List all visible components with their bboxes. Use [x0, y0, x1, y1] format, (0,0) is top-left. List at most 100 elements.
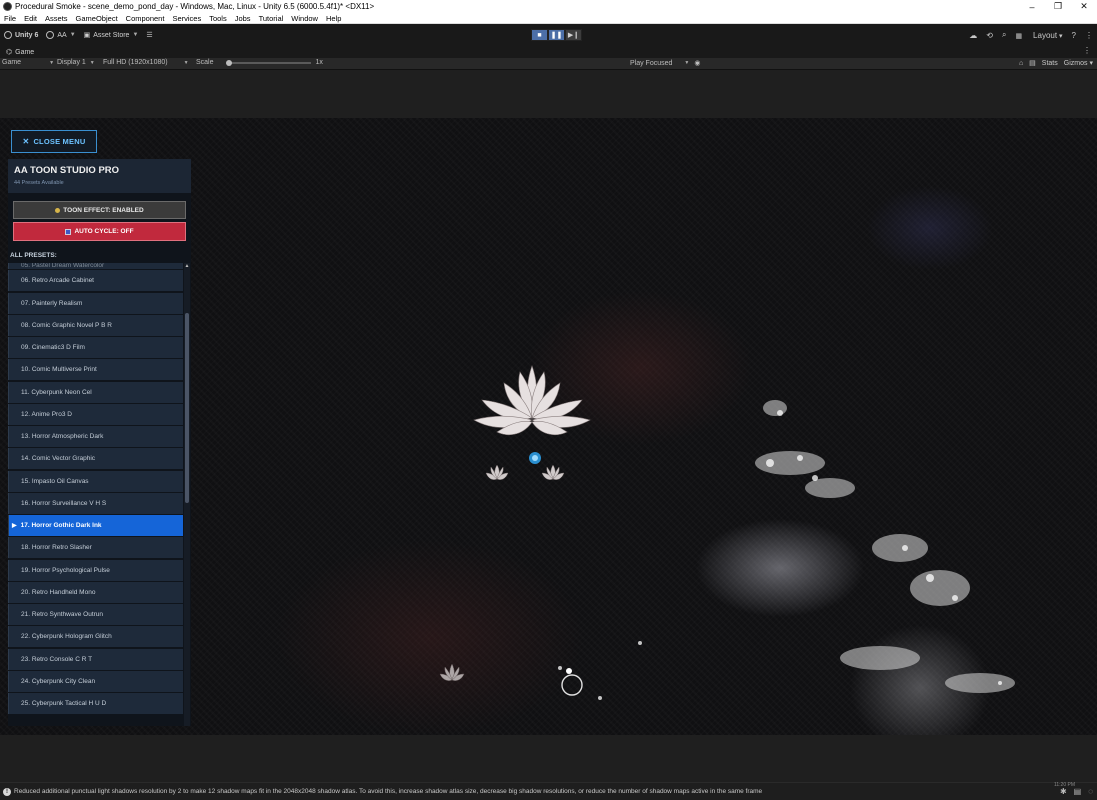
package-icon-button[interactable]: ☰ [142, 28, 156, 43]
refresh-icon[interactable]: ◌ [1088, 787, 1093, 796]
panel-title: AA TOON STUDIO PRO [14, 165, 120, 176]
step-button[interactable]: ▶❙ [565, 29, 582, 41]
letterbox-top [0, 70, 1097, 118]
search-icon[interactable]: ⌕ [1002, 30, 1006, 40]
preset-item[interactable]: 18. Horror Retro Slasher [8, 537, 183, 559]
toon-effect-label: TOON EFFECT: ENABLED [63, 206, 144, 214]
menu-bar: File Edit Assets GameObject Component Se… [0, 13, 1097, 24]
pause-button[interactable]: ❚❚ [548, 29, 565, 41]
scale-value: 1x [315, 59, 323, 66]
stats-toggle[interactable]: Stats [1042, 60, 1058, 67]
preset-item[interactable]: 08. Comic Graphic Novel P B R [8, 314, 183, 336]
menu-tutorial[interactable]: Tutorial [255, 14, 288, 23]
menu-edit[interactable]: Edit [20, 14, 41, 23]
gamepad-icon: ⌬ [6, 49, 13, 56]
scroll-up-arrow-icon[interactable]: ▲ [184, 263, 190, 269]
preset-label: 15. Impasto Oil Canvas [21, 477, 89, 485]
menu-tools[interactable]: Tools [205, 14, 231, 23]
menu-component[interactable]: Component [122, 14, 169, 23]
gizmos-dropdown-icon[interactable]: ▾ [1089, 59, 1093, 67]
menu-gameobject[interactable]: GameObject [72, 14, 122, 23]
sun-icon [55, 207, 61, 213]
toon-effect-toggle[interactable]: TOON EFFECT: ENABLED [13, 201, 186, 219]
view-mode-dropdown[interactable]: Game ▼ [2, 59, 54, 66]
preset-panel-header: AA TOON STUDIO PRO 44 Presets Available [8, 159, 191, 193]
tab-more-icon[interactable]: ⋮ [1083, 46, 1091, 55]
chevron-down-icon: ▼ [89, 59, 95, 66]
bug-icon[interactable]: ✱ [1060, 787, 1067, 796]
preset-label: 09. Cinematic3 D Film [21, 344, 85, 351]
preset-item[interactable]: 23. Retro Console C R T [8, 648, 183, 670]
history-icon[interactable]: ⟲ [986, 31, 993, 40]
preset-label: 14. Comic Vector Graphic [21, 455, 96, 463]
minimize-button[interactable]: – [1019, 0, 1045, 13]
resolution-dropdown[interactable]: Full HD (1920x1080) ▼ [103, 59, 189, 66]
cloud-icon[interactable]: ☁ [969, 31, 977, 40]
info-icon: ! [3, 787, 11, 796]
preset-item[interactable]: 10. Comic Multiverse Print [8, 359, 183, 381]
play-stop-button[interactable]: ■ [531, 29, 548, 41]
preset-item[interactable]: 14. Comic Vector Graphic [8, 448, 183, 470]
maximize-button[interactable]: ❐ [1045, 0, 1071, 13]
preset-item[interactable]: 20. Retro Handheld Mono [8, 581, 183, 603]
play-mode-dropdown[interactable]: Play Focused ▼ ◉ [630, 59, 700, 68]
preset-item[interactable]: 16. Horror Surveillance V H S [8, 492, 183, 514]
menu-window[interactable]: Window [287, 14, 322, 23]
layout-dropdown[interactable]: ▦ Layout ▾ [1015, 31, 1062, 40]
mute-audio-icon[interactable]: ◉ [694, 59, 700, 67]
preset-label: 12. Anime Pro3 D [21, 410, 72, 418]
preset-item[interactable]: 13. Horror Atmospheric Dark [8, 426, 183, 447]
preset-label: 05. Pastel Dream Watercolor [21, 263, 105, 269]
scale-slider[interactable] [225, 59, 311, 66]
preset-item[interactable]: 24. Cyberpunk City Clean [8, 670, 183, 692]
preset-item[interactable]: 12. Anime Pro3 D [8, 403, 183, 425]
preset-item[interactable]: 19. Horror Psychological Pulse [8, 559, 183, 581]
all-presets-heading: ALL PRESETS: [10, 252, 57, 259]
close-menu-button[interactable]: ✕ CLOSE MENU [11, 130, 97, 153]
preset-label: 06. Retro Arcade Cabinet [21, 277, 94, 285]
asset-store-label: Asset Store [93, 31, 130, 39]
menu-services[interactable]: Services [168, 14, 205, 23]
menu-assets[interactable]: Assets [41, 14, 72, 23]
stop-square-icon [65, 228, 72, 235]
letterbox-bottom [0, 735, 1097, 782]
preset-item[interactable]: 22. Cyberpunk Hologram Glitch [8, 626, 183, 648]
scrollbar-thumb[interactable] [185, 313, 189, 503]
more-icon[interactable]: ⋮ [1085, 31, 1093, 40]
preset-list: 05. Pastel Dream Watercolor 06. Retro Arc… [8, 263, 183, 715]
status-bar: ! Reduced additional punctual light shad… [0, 782, 1097, 800]
preset-item[interactable]: 25. Cyberpunk Tactical H U D [8, 693, 183, 714]
menu-jobs[interactable]: Jobs [231, 14, 255, 23]
preset-item[interactable]: 07. Painterly Realism [8, 292, 183, 314]
tab-game[interactable]: ⌬ Game [0, 48, 34, 57]
preset-item[interactable]: 09. Cinematic3 D Film [8, 337, 183, 358]
aspect-icon[interactable]: ⌂ [1019, 60, 1023, 67]
preset-scrollbar[interactable]: ▲ [184, 263, 190, 726]
preset-item[interactable]: 05. Pastel Dream Watercolor [8, 263, 183, 269]
preset-item[interactable]: 21. Retro Synthwave Outrun [8, 604, 183, 625]
help-icon[interactable]: ? [1072, 31, 1076, 40]
asset-store-dropdown[interactable]: ▣ Asset Store ▼ [80, 28, 143, 43]
scale-slider-thumb[interactable] [225, 59, 232, 66]
preset-label: 10. Comic Multiverse Print [21, 366, 97, 374]
preset-item-selected[interactable]: ▶ 17. Horror Gothic Dark Ink [8, 515, 183, 536]
gizmos-toggle[interactable]: Gizmos [1064, 60, 1088, 67]
menu-help[interactable]: Help [322, 14, 345, 23]
preset-item[interactable]: 06. Retro Arcade Cabinet [8, 270, 183, 292]
window-title: Procedural Smoke - scene_demo_pond_day -… [15, 2, 375, 11]
account-dropdown[interactable]: AA ▼ [42, 28, 79, 43]
display-dropdown[interactable]: Display 1 ▼ [57, 59, 95, 66]
preset-label: 17. Horror Gothic Dark Ink [20, 522, 102, 529]
frame-icon[interactable]: ▤ [1029, 59, 1036, 67]
close-window-button[interactable]: ✕ [1071, 0, 1097, 13]
console-status-message[interactable]: Reduced additional punctual light shadow… [14, 788, 762, 795]
unity-version-button[interactable]: Unity 6 [0, 28, 42, 43]
auto-cycle-toggle[interactable]: AUTO CYCLE: OFF [13, 222, 186, 241]
preset-item[interactable]: 15. Impasto Oil Canvas [8, 470, 183, 492]
console-icon[interactable]: ▤ [1074, 787, 1082, 796]
package-icon: ☰ [146, 32, 153, 39]
preset-label: 22. Cyberpunk Hologram Glitch [21, 633, 112, 641]
menu-file[interactable]: File [0, 14, 20, 23]
preset-label: 23. Retro Console C R T [21, 655, 93, 663]
preset-item[interactable]: 11. Cyberpunk Neon Cel [8, 381, 183, 403]
